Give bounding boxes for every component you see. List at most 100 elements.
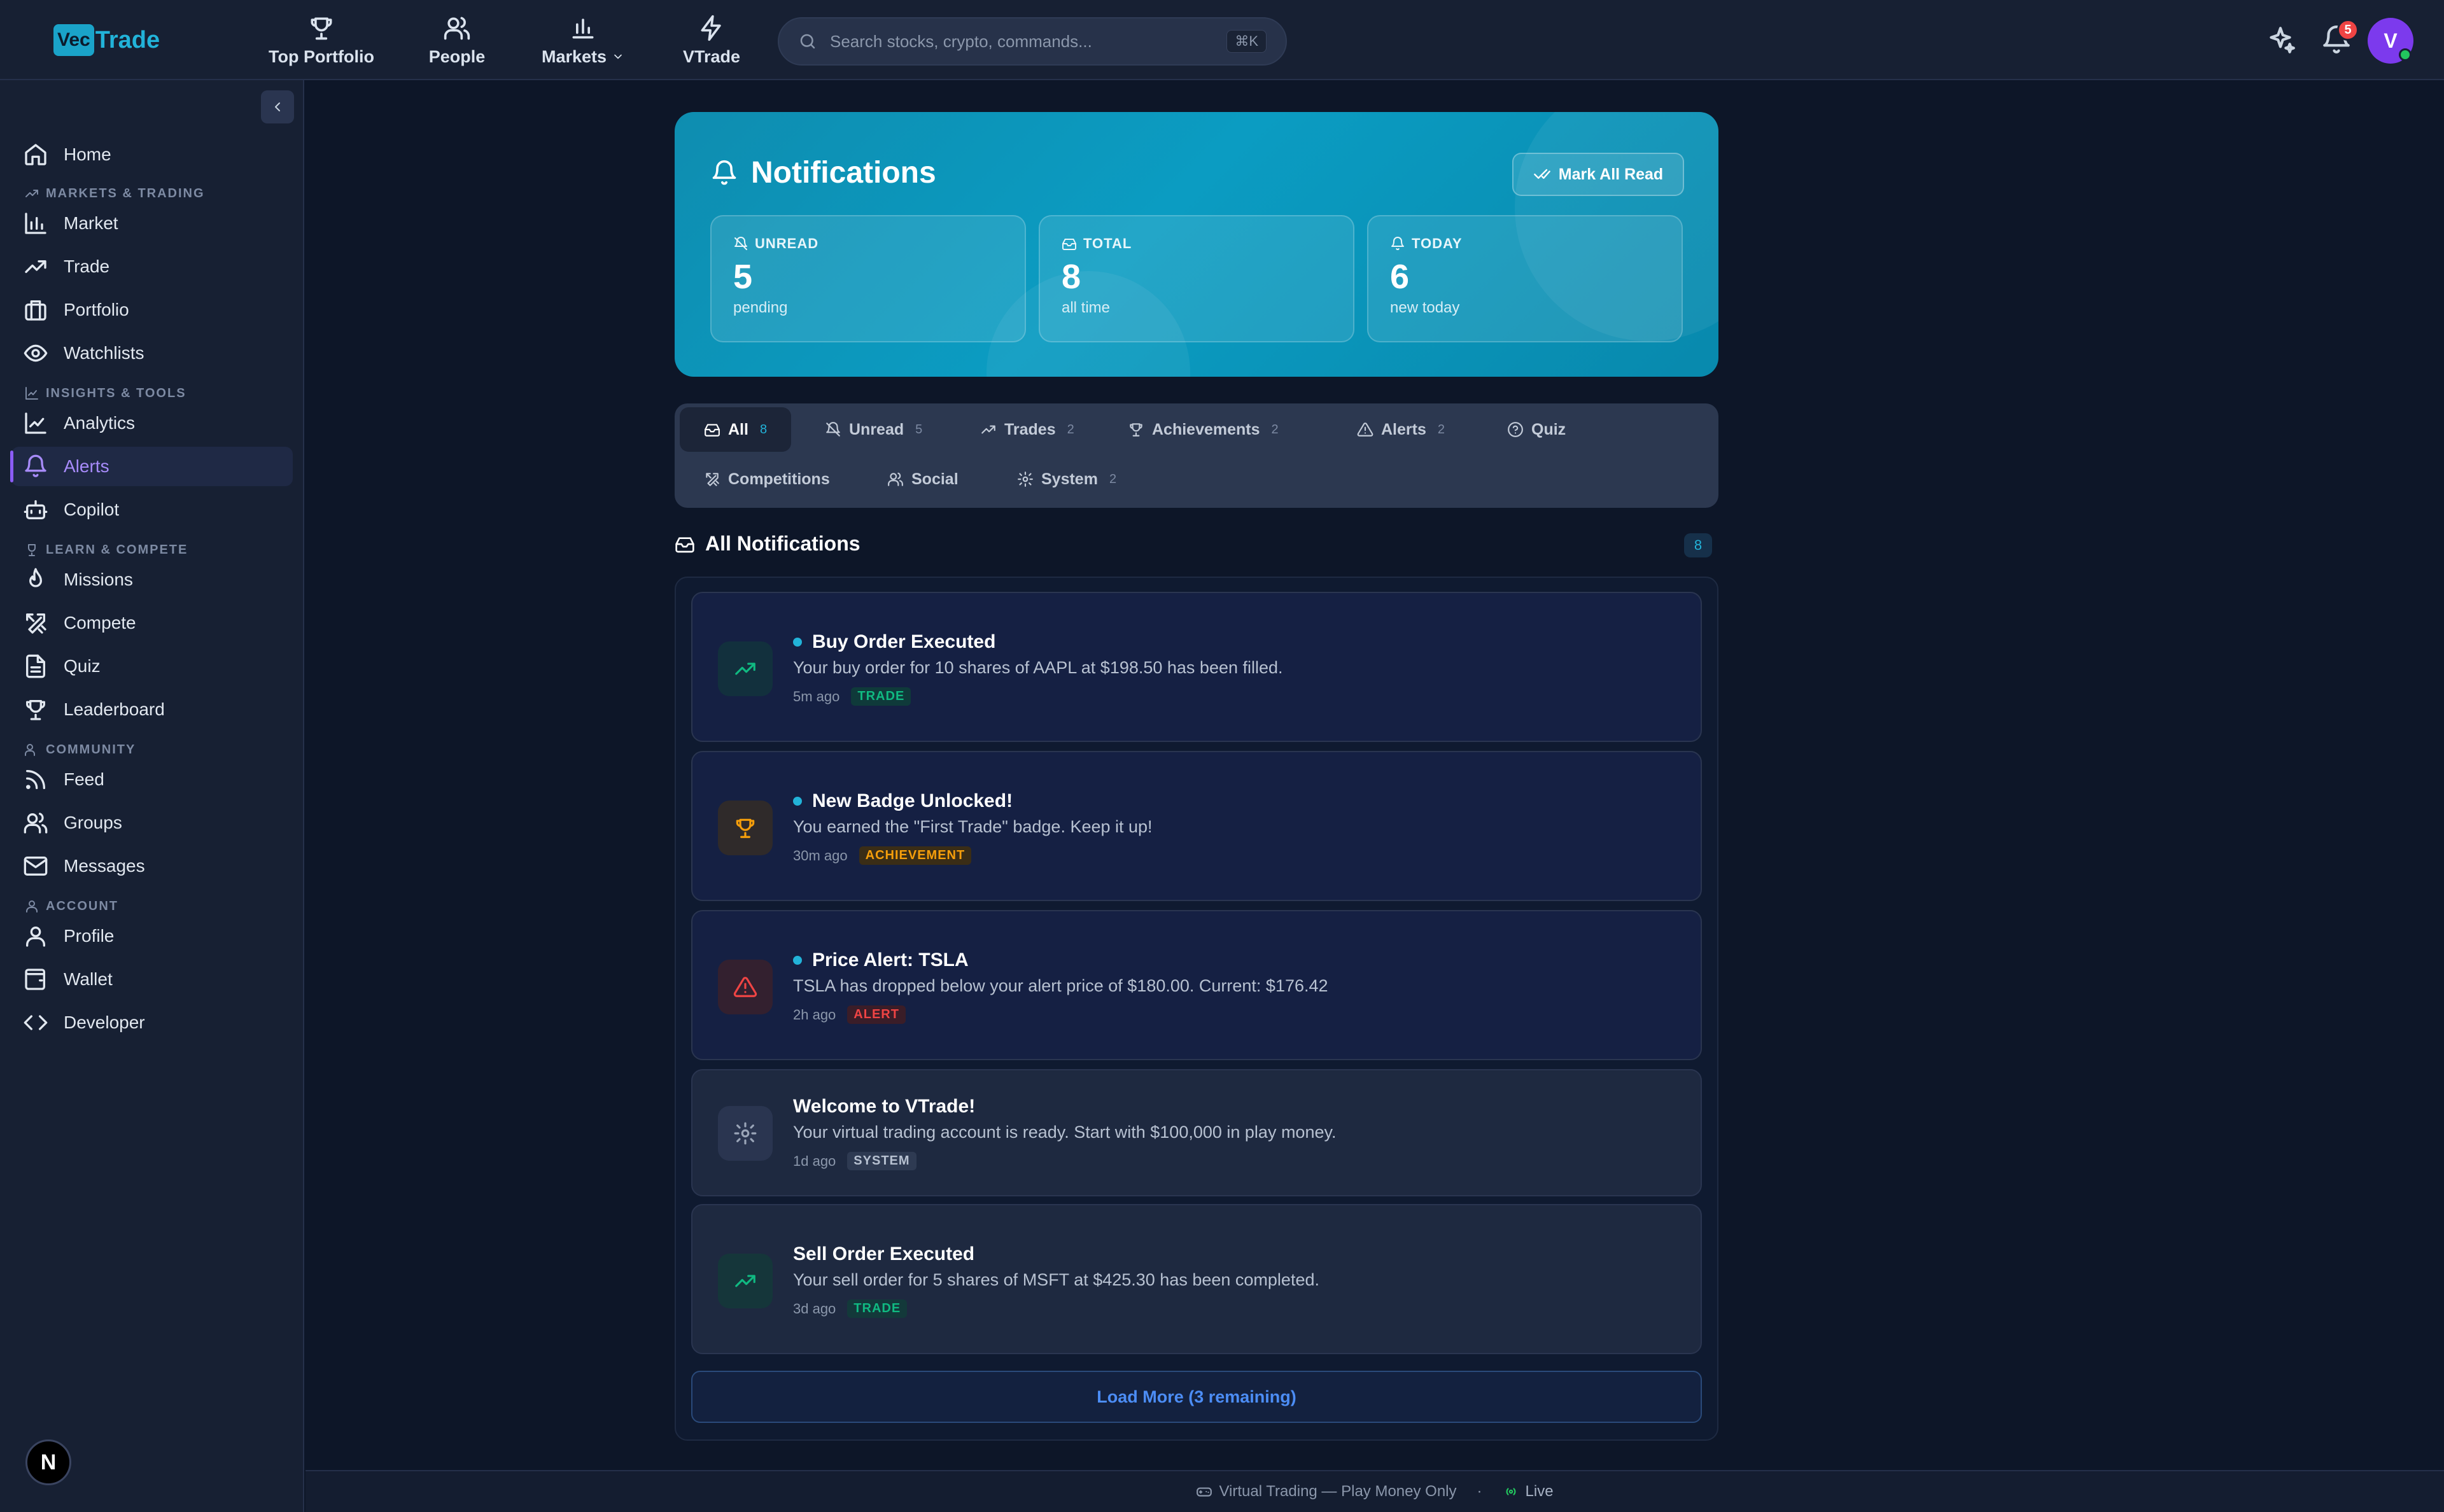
notification-body: Your virtual trading account is ready. S…	[793, 1123, 1337, 1142]
sidebar-item-feed[interactable]: Feed	[11, 760, 293, 799]
bell-icon	[710, 159, 751, 187]
notification-card[interactable]: Buy Order Executed Your buy order for 10…	[691, 592, 1702, 742]
logo[interactable]: Vec Trade	[53, 24, 160, 56]
sidebar-item-market[interactable]: Market	[11, 204, 293, 243]
sidebar-item-analytics[interactable]: Analytics	[11, 403, 293, 443]
trophy-icon	[1128, 421, 1152, 438]
sidebar-item-label: Profile	[64, 926, 115, 946]
users-icon	[443, 14, 471, 42]
sidebar-item-wallet[interactable]: Wallet	[11, 960, 293, 999]
tab-social[interactable]: Social	[863, 457, 983, 501]
sidebar-item-home[interactable]: Home	[11, 135, 293, 174]
sidebar-item-label: Watchlists	[64, 343, 144, 363]
gear-icon	[718, 1106, 773, 1161]
sidebar: Home MARKETS & TRADING Market Trade Port…	[0, 80, 304, 1512]
sidebar-item-trade[interactable]: Trade	[11, 247, 293, 286]
unread-dot	[793, 797, 802, 806]
footer-text: Virtual Trading — Play Money Only	[1219, 1483, 1457, 1500]
sidebar-section-learn: LEARN & COMPETE	[24, 542, 188, 557]
zap-icon	[698, 14, 726, 42]
notification-title: New Badge Unlocked!	[812, 790, 1013, 811]
tab-label: Alerts	[1381, 420, 1426, 438]
tab-alerts[interactable]: Alerts 2	[1333, 407, 1469, 452]
trophy-icon	[718, 801, 773, 855]
footer: Virtual Trading — Play Money Only · Live	[306, 1470, 2444, 1512]
sidebar-item-groups[interactable]: Groups	[11, 803, 293, 843]
filter-tabs: All 8 Unread 5 Trades 2 Achievements 2 A…	[675, 403, 1718, 508]
topnav-markets[interactable]: Markets	[538, 0, 628, 80]
sidebar-item-copilot[interactable]: Copilot	[11, 490, 293, 529]
stat-sub: all time	[1062, 299, 1111, 316]
tab-count: 5	[915, 422, 923, 437]
trending-up-icon	[718, 1254, 773, 1308]
sidebar-item-portfolio[interactable]: Portfolio	[11, 290, 293, 330]
topnav-top-portfolio[interactable]: Top Portfolio	[267, 0, 376, 80]
collapse-sidebar-button[interactable]	[261, 90, 294, 123]
notification-count-badge: 5	[2337, 19, 2359, 41]
users-icon	[887, 471, 911, 487]
check-check-icon	[1533, 165, 1559, 183]
notification-time: 30m ago	[793, 847, 848, 864]
sidebar-section-markets: MARKETS & TRADING	[24, 186, 205, 201]
search-bar[interactable]: Search stocks, crypto, commands... ⌘K	[778, 17, 1287, 66]
logo-box: Vec	[53, 24, 94, 56]
notification-card[interactable]: Price Alert: TSLA TSLA has dropped below…	[691, 910, 1702, 1060]
tab-unread[interactable]: Unread 5	[801, 407, 946, 452]
notification-title: Sell Order Executed	[793, 1243, 975, 1264]
notification-card[interactable]: Sell Order Executed Your sell order for …	[691, 1204, 1702, 1354]
tab-count: 8	[759, 422, 768, 437]
sidebar-item-compete[interactable]: Compete	[11, 603, 293, 643]
tag-alert: ALERT	[847, 1005, 906, 1024]
tab-all[interactable]: All 8	[680, 407, 792, 452]
line-chart-icon	[23, 410, 64, 436]
tab-label: Quiz	[1531, 420, 1566, 438]
search-input[interactable]: Search stocks, crypto, commands...	[830, 32, 1226, 52]
sidebar-item-messages[interactable]: Messages	[11, 846, 293, 886]
mark-all-read-button[interactable]: Mark All Read	[1512, 153, 1684, 196]
dev-tools-badge[interactable]: N	[25, 1439, 71, 1485]
trophy-icon	[24, 542, 46, 557]
topnav-people[interactable]: People	[425, 0, 489, 80]
topnav-vtrade[interactable]: VTrade	[680, 0, 743, 80]
load-more-button[interactable]: Load More (3 remaining)	[691, 1371, 1702, 1423]
tab-label: Competitions	[728, 470, 830, 488]
sidebar-section-community: COMMUNITY	[24, 742, 136, 757]
notification-title: Welcome to VTrade!	[793, 1096, 976, 1117]
sidebar-item-watchlists[interactable]: Watchlists	[11, 333, 293, 373]
tab-trades[interactable]: Trades 2	[956, 407, 1099, 452]
tab-label: Social	[911, 470, 959, 488]
home-icon	[23, 142, 64, 167]
chevron-down-icon	[612, 50, 624, 63]
page-title: Notifications	[710, 155, 936, 190]
code-icon	[23, 1010, 64, 1035]
tab-quiz[interactable]: Quiz	[1483, 407, 1590, 452]
sidebar-item-label: Groups	[64, 813, 122, 832]
tab-count: 2	[1437, 422, 1445, 437]
sidebar-item-leaderboard[interactable]: Leaderboard	[11, 690, 293, 729]
sidebar-item-label: Messages	[64, 856, 145, 876]
sparkles-icon[interactable]	[2265, 24, 2296, 56]
notification-card[interactable]: Welcome to VTrade! Your virtual trading …	[691, 1069, 1702, 1196]
flame-icon	[23, 567, 64, 592]
notification-time: 3d ago	[793, 1300, 836, 1317]
stat-value: 8	[1062, 258, 1081, 296]
sidebar-item-developer[interactable]: Developer	[11, 1003, 293, 1042]
sidebar-item-missions[interactable]: Missions	[11, 560, 293, 599]
sidebar-item-quiz[interactable]: Quiz	[11, 647, 293, 686]
sidebar-item-label: Feed	[64, 769, 104, 789]
tab-label: Achievements	[1152, 420, 1260, 438]
sidebar-item-alerts[interactable]: Alerts	[10, 447, 293, 486]
trending-up-icon	[980, 421, 1004, 438]
tab-achievements[interactable]: Achievements 2	[1104, 407, 1303, 452]
list-count-badge: 8	[1684, 533, 1712, 557]
stat-sub: pending	[733, 299, 788, 316]
user-icon	[23, 923, 64, 949]
notification-card[interactable]: New Badge Unlocked! You earned the "Firs…	[691, 751, 1702, 901]
sidebar-item-profile[interactable]: Profile	[11, 916, 293, 956]
notification-body: Your sell order for 5 shares of MSFT at …	[793, 1270, 1319, 1289]
sidebar-item-label: Home	[64, 144, 111, 164]
tag-trade: TRADE	[847, 1299, 908, 1318]
tab-competitions[interactable]: Competitions	[680, 457, 854, 501]
eye-icon	[23, 340, 64, 366]
tab-system[interactable]: System 2	[993, 457, 1141, 501]
